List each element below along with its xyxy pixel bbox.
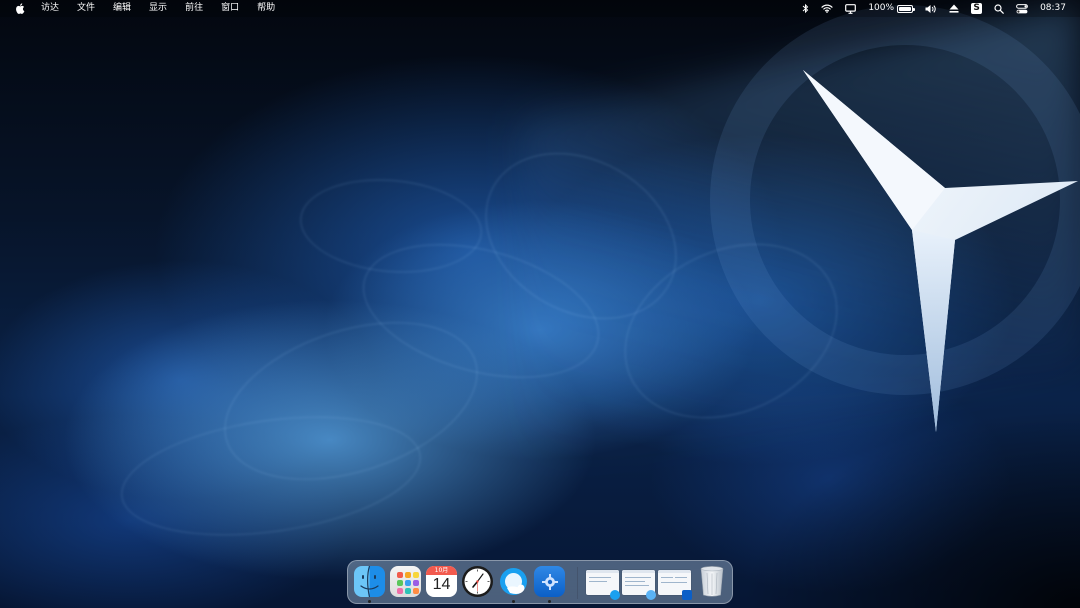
running-indicator <box>548 600 551 603</box>
dock: 10月 14 <box>347 560 733 604</box>
launchpad-tile <box>404 572 411 578</box>
window-content-line <box>625 581 645 582</box>
menu-help[interactable]: 帮助 <box>257 0 275 17</box>
desktop-wallpaper <box>0 0 1080 608</box>
launchpad-tile <box>404 588 411 594</box>
finder-badge-icon <box>646 590 656 600</box>
menu-edit[interactable]: 编辑 <box>113 0 131 17</box>
launchpad-tile <box>412 580 419 586</box>
launchpad-tile <box>396 580 403 586</box>
window-content-line <box>661 582 687 583</box>
menu-go[interactable]: 前往 <box>185 0 203 17</box>
s-app-letter: S <box>971 3 983 14</box>
calendar-month: 10月 <box>426 566 457 575</box>
search-icon[interactable] <box>994 0 1004 17</box>
dock-separator <box>577 567 578 599</box>
battery-icon <box>897 4 916 13</box>
window-content-line <box>661 577 673 578</box>
menu-window[interactable]: 窗口 <box>221 0 239 17</box>
menu-finder[interactable]: 访达 <box>41 0 59 17</box>
launchpad-icon[interactable] <box>390 566 421 597</box>
preferences-badge-icon <box>682 590 692 600</box>
s-app-icon[interactable]: S <box>971 0 983 17</box>
window-titlebar <box>658 570 691 573</box>
wallpaper-logo-star <box>710 5 1080 432</box>
battery-percent: 100% <box>868 3 895 13</box>
control-center-icon[interactable] <box>1016 0 1028 17</box>
bluetooth-icon[interactable] <box>802 0 809 17</box>
window-content-line <box>625 577 651 578</box>
calendar-day: 14 <box>432 576 451 593</box>
launchpad-tile <box>396 588 403 594</box>
launchpad-tile <box>404 580 411 586</box>
launchpad-tile <box>396 572 403 578</box>
volume-icon[interactable] <box>925 0 937 17</box>
window-titlebar <box>586 570 619 573</box>
launchpad-tile <box>412 588 419 594</box>
menu-view[interactable]: 显示 <box>149 0 167 17</box>
window-titlebar <box>622 570 655 573</box>
qq-icon[interactable] <box>498 566 529 597</box>
apple-logo-icon[interactable] <box>15 3 26 14</box>
battery-indicator[interactable]: 100% <box>868 0 916 17</box>
eject-icon[interactable] <box>949 0 959 17</box>
menu-file[interactable]: 文件 <box>77 0 95 17</box>
wifi-icon[interactable] <box>821 0 833 17</box>
running-indicator <box>512 600 515 603</box>
calendar-icon[interactable]: 10月 14 <box>426 566 457 597</box>
gear-icon[interactable] <box>534 566 565 597</box>
window-content-line <box>625 585 649 586</box>
window-content-line <box>589 581 607 582</box>
qq-badge-icon <box>610 590 620 600</box>
finder-icon[interactable] <box>354 566 385 597</box>
battery-fill <box>899 6 912 11</box>
display-icon[interactable] <box>845 0 857 17</box>
window-content-line <box>675 577 687 578</box>
trash-icon[interactable] <box>698 564 726 598</box>
clock-icon[interactable] <box>462 566 493 597</box>
window-content-line <box>589 577 611 578</box>
launchpad-tile <box>412 572 419 578</box>
running-indicator <box>368 600 371 603</box>
menu-bar: 访达 文件 编辑 显示 前往 窗口 帮助 100% S 08:37 <box>0 0 1080 17</box>
menu-clock[interactable]: 08:37 <box>1040 0 1066 17</box>
